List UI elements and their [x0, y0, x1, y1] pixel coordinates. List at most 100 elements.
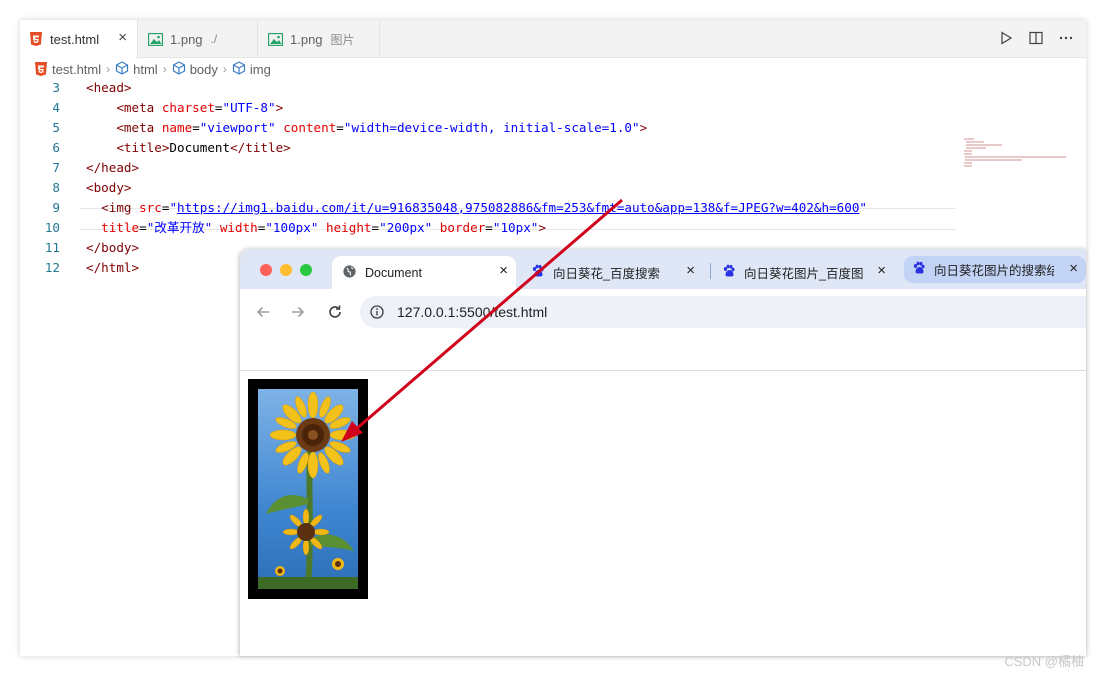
code-token-tag: </title> — [230, 140, 291, 155]
code-text: </html> — [86, 258, 139, 278]
browser-tab-baidu-results[interactable]: 向日葵花图片的搜索结果 × — [904, 256, 1086, 283]
line-number: 4 — [52, 100, 60, 115]
more-actions-icon[interactable] — [1058, 30, 1074, 46]
baidu-paw-icon — [531, 264, 545, 281]
editor-tab-label: test.html — [50, 32, 100, 47]
code-line[interactable]: 4 <meta charset="UTF-8"> — [20, 98, 960, 118]
breadcrumb-item-body[interactable]: body — [172, 60, 218, 78]
minimap[interactable] — [962, 138, 1072, 168]
browser-tab-title: 向日葵花图片的搜索结果 — [934, 264, 1054, 278]
code-token-attr: border — [439, 220, 486, 235]
code-line[interactable]: 9 <img src="https://img1.baidu.com/it/u=… — [20, 198, 960, 218]
code-token-val: "100px" — [265, 220, 319, 235]
code-token-tag: </body> — [86, 240, 140, 255]
editor-tab-path-hint: ./ — [210, 32, 218, 46]
code-line[interactable]: 3 <head> — [20, 78, 960, 98]
breadcrumb: test.html › html › body › img — [20, 58, 1086, 80]
breadcrumb-item-html[interactable]: html — [115, 60, 158, 78]
watermark: CSDN @橘柚 — [1004, 654, 1084, 669]
sunflower-image[interactable] — [258, 389, 358, 589]
tab-divider — [710, 263, 711, 279]
code-text: </head> — [86, 158, 139, 178]
breadcrumb-label: test.html — [52, 61, 102, 77]
code-line[interactable]: 8 <body> — [20, 178, 960, 198]
back-arrow-icon[interactable] — [254, 303, 272, 321]
code-line[interactable]: 5 <meta name="viewport" content="width=d… — [20, 118, 960, 138]
breadcrumb-label: html — [133, 61, 158, 77]
code-text: </body> — [86, 238, 139, 258]
line-number: 6 — [52, 140, 60, 155]
code-text: <title>Document</title> — [86, 138, 291, 158]
code-token-plain: = — [485, 220, 493, 235]
code-line[interactable]: 6 <title>Document</title> — [20, 138, 960, 158]
address-bar[interactable]: 127.0.0.1:5500/test.html — [360, 296, 1086, 328]
maximize-window-button[interactable] — [300, 264, 312, 276]
code-token-val: " — [859, 200, 868, 215]
editor-tab-1-png-images[interactable]: 1.png 图片 — [258, 20, 380, 58]
code-text: <img src="https://img1.baidu.com/it/u=91… — [86, 198, 867, 218]
code-text: <meta name="viewport" content="width=dev… — [86, 118, 647, 138]
image-file-icon — [147, 32, 164, 46]
close-tab-icon[interactable]: × — [118, 30, 127, 46]
code-token-attr: name — [161, 120, 193, 135]
code-token-val: " — [169, 200, 178, 215]
close-tab-icon[interactable]: × — [877, 263, 886, 279]
chevron-right-icon: › — [222, 62, 227, 76]
screenshot-canvas: test.html × 1.png ./ 1.png 图片 test.html … — [0, 0, 1106, 676]
url-text: 127.0.0.1:5500/test.html — [397, 304, 548, 320]
code-token-attr: content — [283, 120, 337, 135]
code-token-tag: > — [275, 100, 284, 115]
run-icon[interactable] — [998, 30, 1014, 46]
editor-tab-test-html[interactable]: test.html × — [20, 20, 138, 59]
browser-tab-title: 向日葵花_百度搜索 — [553, 267, 660, 281]
line-number: 7 — [52, 160, 60, 175]
breadcrumb-item-file[interactable]: test.html — [34, 61, 102, 77]
line-number: 5 — [52, 120, 60, 135]
breadcrumb-item-img[interactable]: img — [232, 60, 271, 78]
code-token-plain: = — [371, 220, 380, 235]
code-token-attr: charset — [161, 100, 215, 115]
code-token-val: "UTF-8" — [222, 100, 276, 115]
code-text: title="改革开放" width="100px" height="200px… — [86, 218, 546, 238]
code-token-tag: </head> — [86, 160, 140, 175]
code-token-attr: width — [219, 220, 258, 235]
code-token-val: "10px" — [492, 220, 539, 235]
site-info-icon[interactable] — [370, 305, 384, 319]
browser-tab-document[interactable]: Document × — [332, 256, 516, 289]
code-token-tag: <head> — [86, 80, 132, 95]
code-line[interactable]: 10 title="改革开放" width="100px" height="20… — [20, 218, 960, 238]
line-number: 10 — [44, 220, 60, 235]
editor-tab-1-png[interactable]: 1.png ./ — [138, 20, 258, 58]
close-tab-icon[interactable]: × — [686, 263, 695, 279]
close-tab-icon[interactable]: × — [499, 263, 508, 279]
image-border — [248, 379, 368, 599]
reload-icon[interactable] — [326, 303, 344, 321]
close-window-button[interactable] — [260, 264, 272, 276]
code-token-attr: title — [101, 220, 140, 235]
browser-tab-baidu-search[interactable]: 向日葵花_百度搜索 × — [523, 256, 703, 289]
line-number: 3 — [52, 80, 60, 95]
html5-icon — [34, 61, 48, 77]
breadcrumb-label: body — [189, 61, 218, 77]
close-tab-icon[interactable]: × — [1069, 261, 1078, 277]
forward-arrow-icon[interactable] — [289, 303, 307, 321]
code-line[interactable]: 7 </head> — [20, 158, 960, 178]
code-token-val: "width=device-width, initial-scale=1.0" — [343, 120, 640, 135]
html5-icon — [29, 32, 43, 47]
editor-tab-label: 1.png — [290, 31, 323, 47]
minimize-window-button[interactable] — [280, 264, 292, 276]
split-editor-icon[interactable] — [1028, 30, 1044, 46]
code-token-tag: <title> — [116, 140, 170, 155]
code-token-val: "viewport" — [199, 120, 276, 135]
globe-icon — [342, 264, 357, 282]
baidu-paw-icon — [912, 261, 926, 278]
browser-tab-baidu-images[interactable]: 向日葵花图片_百度图片 × — [714, 256, 894, 289]
browser-tab-title: Document — [365, 265, 422, 280]
code-token-link[interactable]: https://img1.baidu.com/it/u=916835048,97… — [177, 200, 859, 215]
